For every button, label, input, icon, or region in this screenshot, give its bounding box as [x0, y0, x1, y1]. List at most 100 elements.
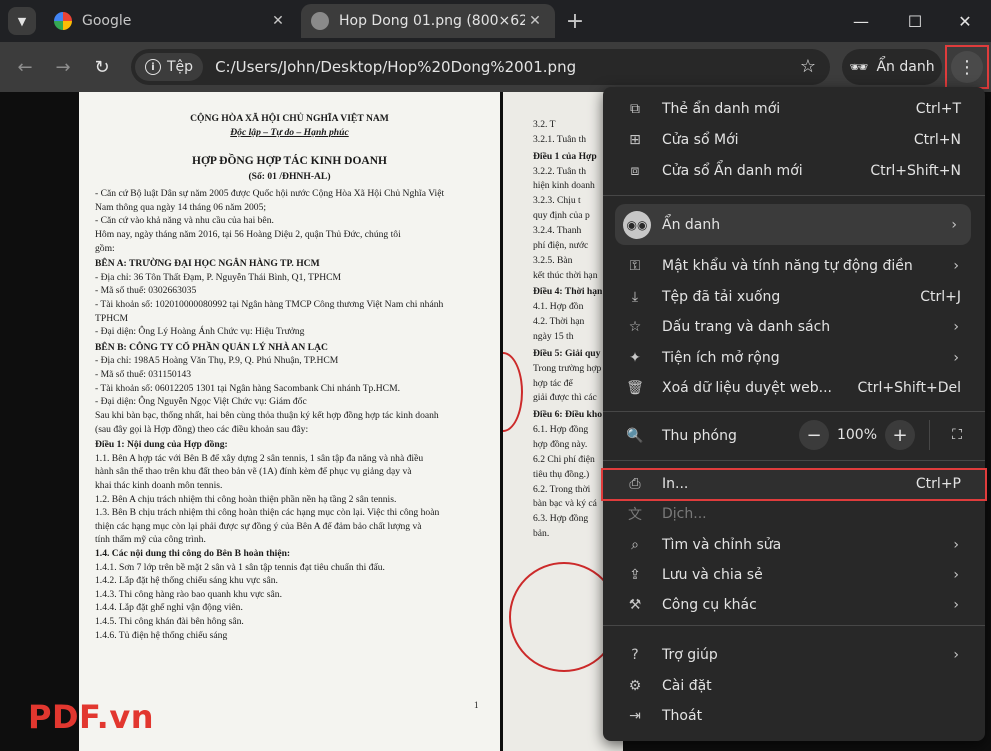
zoom-icon: 🔍 [626, 428, 644, 444]
menu-item-new-tab[interactable]: ⧉ Thẻ ẩn danh mới Ctrl+T [603, 94, 985, 124]
zoom-in-button[interactable]: + [885, 420, 915, 450]
menu-item-label: Cửa sổ Mới [662, 132, 739, 148]
new-tab-button[interactable]: + [562, 8, 588, 34]
menu-item-find[interactable]: ⌕ Tìm và chỉnh sửa › [603, 530, 985, 560]
doc-line: 1.2. Bên A chịu trách nhiệm thi công hoà… [95, 493, 397, 505]
menu-item-exit[interactable]: ⇥ Thoát [603, 701, 985, 731]
doc-line: - Căn cứ vào khả năng và nhu cầu của hai… [95, 215, 274, 227]
toolbar: ← → ↻ i Tệp C:/Users/John/Desktop/Hop%20… [0, 42, 991, 92]
site-info-chip[interactable]: i Tệp [135, 53, 204, 81]
menu-button-highlight: ⋮ [945, 45, 989, 89]
close-window-button[interactable]: ✕ [943, 6, 987, 36]
chevron-right-icon: › [953, 536, 959, 553]
tab-google[interactable]: Google ✕ [44, 4, 298, 38]
doc-line: - Căn cứ Bộ luật Dân sự năm 2005 được Qu… [95, 188, 445, 200]
menu-item-label: Ẩn danh [662, 216, 721, 233]
zoom-out-button[interactable]: − [799, 420, 829, 450]
menu-item-label: Công cụ khác [662, 597, 757, 614]
incognito-label: Ẩn danh [876, 59, 935, 75]
doc-line: - Đại diện: Ông Nguyễn Ngọc Việt Chức vụ… [95, 396, 307, 408]
minimize-button[interactable]: — [839, 6, 883, 36]
address-bar[interactable]: i Tệp C:/Users/John/Desktop/Hop%20Dong%2… [131, 49, 830, 85]
doc-line: BÊN B: CÔNG TY CỔ PHẦN QUẢN LÝ NHÀ AN LẠ… [95, 341, 328, 353]
reload-button[interactable]: ↻ [87, 52, 117, 82]
chevron-right-icon: › [951, 216, 957, 233]
menu-item-key[interactable]: ⚿ Mật khẩu và tính năng tự động điền › [603, 251, 985, 281]
menu-item-label: Thoát [662, 708, 703, 724]
doc-line: - Địa chỉ: 36 Tôn Thất Đạm, P. Nguyễn Th… [95, 271, 342, 283]
menu-item-incognito-window[interactable]: ⧈ Cửa sổ Ẩn danh mới Ctrl+Shift+N [603, 156, 985, 186]
menu-item-help[interactable]: ? Trợ giúp › [603, 640, 985, 670]
doc-line: - Đại diện: Ông Lý Hoàng Ánh Chức vụ: Hi… [95, 326, 305, 338]
close-icon[interactable]: ✕ [268, 11, 288, 31]
menu-item-new-window[interactable]: ⊞ Cửa sổ Mới Ctrl+N [603, 125, 985, 155]
menu-item-toolbox[interactable]: ⚒ Công cụ khác › [603, 590, 985, 620]
chevron-right-icon: › [953, 319, 959, 335]
tab-document[interactable]: Hop Dong 01.png (800×629) ✕ [301, 4, 555, 38]
fullscreen-button[interactable]: ⛶ [942, 420, 972, 450]
close-icon[interactable]: ✕ [525, 11, 545, 31]
menu-item-label: Dấu trang và danh sách [662, 319, 831, 335]
menu-item-shortcut: Ctrl+P [915, 476, 961, 492]
menu-item-star[interactable]: ☆ Dấu trang và danh sách › [603, 312, 985, 342]
incognito-indicator-button[interactable]: 🕶 Ẩn danh [842, 49, 942, 85]
menu-item-label: Trợ giúp [662, 647, 718, 663]
doc-nation: CỘNG HÒA XÃ HỘI CHỦ NGHĨA VIỆT NAM [190, 113, 389, 124]
watermark-logo: PDF.vn [28, 698, 154, 736]
star-icon: ☆ [628, 319, 642, 335]
menu-separator [603, 195, 985, 196]
menu-item-print[interactable]: ⎙ In... Ctrl+P [603, 469, 985, 499]
doc-line: 1.4. Các nội dung thi công do Bên B hoàn… [95, 548, 291, 559]
maximize-button[interactable]: ☐ [893, 6, 937, 36]
exit-icon: ⇥ [629, 708, 641, 724]
chrome-main-menu: ⧉ Thẻ ẩn danh mới Ctrl+T ⊞ Cửa sổ Mới Ctrl+N ⧈… [601, 87, 987, 741]
menu-item-download[interactable]: ⤓ Tệp đã tải xuống Ctrl+J [603, 282, 985, 312]
url-text[interactable]: C:/Users/John/Desktop/Hop%20Dong%2001.pn… [215, 58, 576, 76]
doc-line: gồm: [95, 242, 115, 254]
menu-item-settings[interactable]: ⚙ Cài đặt [603, 671, 985, 701]
incognito-icon: 🕶 [849, 58, 869, 76]
doc-line: khai thác kinh doanh môn tennis. [95, 479, 223, 491]
doc-line: (sau đây gọi là Hợp đồng) theo các điều … [95, 423, 309, 435]
info-icon: i [145, 59, 161, 75]
menu-item-trash[interactable]: 🗑 Xoá dữ liệu duyệt web... Ctrl+Shift+Del [603, 373, 985, 403]
doc-line: 1.3. Bên B chịu trách nhiệm thi công hoà… [95, 507, 440, 519]
menu-item-shortcut: Ctrl+T [915, 101, 961, 117]
more-menu-button[interactable]: ⋮ [951, 51, 983, 83]
key-icon: ⚿ [629, 258, 641, 274]
chip-label: Tệp [167, 59, 194, 75]
bookmark-star-icon[interactable]: ☆ [800, 56, 816, 77]
doc-body: - Căn cứ Bộ luật Dân sự năm 2005 được Qu… [95, 187, 484, 642]
extension-icon: ✦ [629, 349, 641, 366]
tab-search-button[interactable]: ▼ [8, 7, 36, 35]
forward-button[interactable]: → [48, 52, 78, 82]
arrow-right-icon: → [55, 56, 71, 78]
chevron-right-icon: › [953, 647, 959, 663]
incognito-window-icon: ⧈ [630, 163, 640, 179]
menu-item-shortcut: Ctrl+Shift+Del [857, 380, 961, 396]
zoom-divider [929, 420, 930, 450]
menu-item-translate[interactable]: 文 Dịch... [603, 499, 985, 529]
chevron-right-icon: › [953, 349, 959, 366]
menu-item-save-share[interactable]: ⇪ Lưu và chia sẻ › [603, 560, 985, 590]
document-page-1: CỘNG HÒA XÃ HỘI CHỦ NGHĨA VIỆT NAM Độc l… [79, 92, 500, 751]
chevron-right-icon: › [953, 258, 959, 274]
find-icon: ⌕ [631, 536, 639, 553]
doc-line: TPHCM [95, 312, 129, 324]
menu-separator [603, 460, 985, 461]
menu-item-extension[interactable]: ✦ Tiện ích mở rộng › [603, 343, 985, 373]
kebab-icon: ⋮ [958, 56, 976, 78]
menu-item-incognito[interactable]: ◉◉ Ẩn danh › [615, 204, 971, 245]
doc-line: 1.4.1. Sơn 7 lớp trên bề mặt 2 sân và 1 … [95, 561, 385, 573]
doc-line: Điều 1: Nội dung của Hợp đồng: [95, 439, 228, 451]
new-tab-icon: ⧉ [630, 101, 640, 117]
menu-item-label: Mật khẩu và tính năng tự động điền [662, 258, 913, 274]
back-button[interactable]: ← [10, 52, 40, 82]
doc-line: - Mã số thuế: 031150143 [95, 369, 192, 381]
trash-icon: 🗑 [626, 380, 644, 396]
doc-line: Hôm nay, ngày tháng năm 2016, tại 56 Hoà… [95, 228, 401, 240]
arrow-left-icon: ← [17, 56, 33, 78]
print-icon: ⎙ [629, 476, 641, 492]
chevron-right-icon: › [953, 597, 959, 614]
menu-item-label: In... [662, 476, 689, 492]
